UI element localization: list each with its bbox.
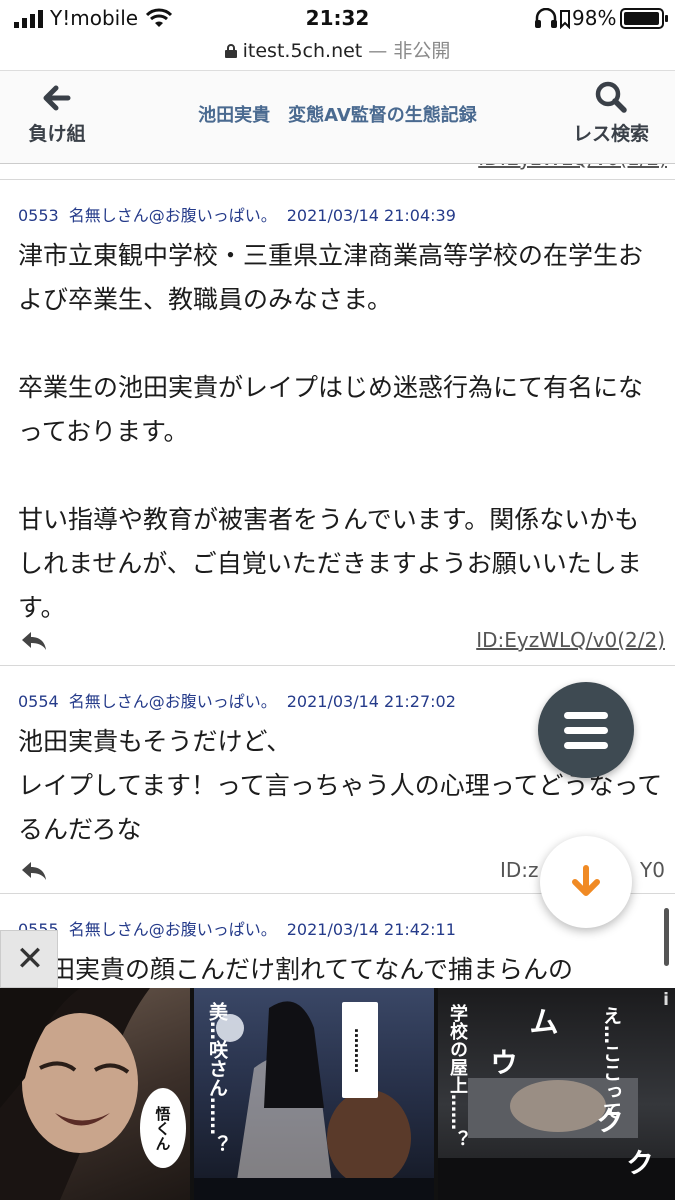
- url-domain: itest.5ch.net: [242, 40, 363, 62]
- manga-sfx: ム: [523, 1006, 558, 1036]
- menu-icon: [564, 712, 608, 719]
- previous-post-tail: ID:EyzWLQ/v0(1/2): [0, 164, 675, 180]
- post-number[interactable]: 0553: [18, 206, 59, 225]
- back-button[interactable]: 負け組: [12, 79, 102, 146]
- battery-percent: 98%: [572, 6, 617, 30]
- close-icon: ✕: [15, 939, 45, 979]
- post-id[interactable]: ID:z: [500, 858, 539, 882]
- private-label: 非公開: [393, 40, 451, 62]
- arrow-down-icon: [572, 865, 600, 896]
- app-header: 負け組 池田実貴 変態AV監督の生態記録 レス検索: [0, 70, 675, 164]
- ad-info-icon[interactable]: i: [663, 990, 669, 1010]
- post-datetime: 2021/03/14 21:27:02: [286, 692, 456, 711]
- ad-close-button[interactable]: ✕: [0, 930, 58, 988]
- battery-icon: [620, 8, 668, 29]
- post-body: 津市立東観中学校・三重県立津商業高等学校の在学生および卒業生、教職員のみなさま。…: [18, 241, 644, 622]
- poster-name: 名無しさん@お腹いっぱい。: [68, 206, 277, 225]
- menu-icon-bar: [564, 742, 608, 749]
- post-meta: 0553 名無しさん@お腹いっぱい。 2021/03/14 21:04:39: [18, 202, 466, 226]
- manga-dialogue: 学校の屋上……？: [447, 1004, 468, 1148]
- url-separator: —: [362, 40, 394, 62]
- headphones-icon: [535, 8, 557, 28]
- thread-title: 池田実貴 変態AV監督の生態記録: [198, 105, 477, 126]
- manga-ad-banner[interactable]: 悟くん 美…咲さん……？ ……… え…ここって 学校の屋上……？ ム ウ ク ク…: [0, 988, 675, 1200]
- post-datetime: 2021/03/14 21:04:39: [286, 206, 456, 225]
- search-label: レス検索: [572, 123, 649, 145]
- search-replies-button[interactable]: レス検索: [561, 79, 661, 146]
- post-body: 田実貴の顔こんだけ割れててなんで捕まらんの: [50, 955, 574, 984]
- back-label: 負け組: [28, 123, 86, 145]
- status-bar: Y!mobile 21:32 98%: [0, 0, 675, 36]
- post-meta: 0554 名無しさん@お腹いっぱい。 2021/03/14 21:27:02: [18, 688, 466, 712]
- menu-button[interactable]: [538, 682, 634, 778]
- manga-sfx: ウ: [486, 1048, 519, 1076]
- scroll-down-button[interactable]: [540, 836, 632, 928]
- reply-icon[interactable]: [20, 860, 48, 882]
- ad-panel-3: え…ここって 学校の屋上……？ ム ウ ク ク: [438, 988, 675, 1200]
- post-id[interactable]: ID:EyzWLQ/v0(2/2): [476, 628, 665, 652]
- ad-panel-2: 美…咲さん……？ ………: [194, 988, 434, 1200]
- scrollbar[interactable]: [664, 908, 669, 966]
- manga-sfx: ク: [592, 1106, 625, 1134]
- post-datetime: 2021/03/14 21:42:11: [286, 920, 456, 939]
- alarm-icon: [560, 10, 570, 29]
- lock-icon: [224, 44, 237, 58]
- manga-dialogue: 美…咲さん……？: [206, 1002, 228, 1154]
- reply-icon[interactable]: [20, 630, 48, 652]
- battery-level-fill: [624, 12, 660, 25]
- manga-sfx: ク: [622, 1148, 655, 1176]
- post-meta: 0555名無しさん@お腹いっぱい。2021/03/14 21:42:11: [18, 916, 466, 940]
- manga-dialogue: え…ここって: [600, 1006, 622, 1120]
- poster-name: 名無しさん@お腹いっぱい。: [68, 692, 277, 711]
- speech-bubble: ………: [342, 1002, 378, 1098]
- previous-post-id[interactable]: ID:EyzWLQ/v0(1/2): [478, 164, 667, 170]
- post-number[interactable]: 0554: [18, 692, 59, 711]
- poster-name: 名無しさん@お腹いっぱい。: [68, 920, 277, 939]
- post-id-tail[interactable]: Y0: [640, 858, 665, 882]
- url-bar[interactable]: itest.5ch.net — 非公開: [0, 36, 675, 66]
- speech-bubble: 悟くん: [140, 1088, 186, 1168]
- post-item: 0553 名無しさん@お腹いっぱい。 2021/03/14 21:04:39 津市立…: [0, 180, 675, 666]
- arrow-left-icon: [43, 85, 71, 111]
- menu-icon-bar: [564, 727, 608, 734]
- ad-panel-1: 悟くん: [0, 988, 190, 1200]
- search-icon: [595, 81, 627, 113]
